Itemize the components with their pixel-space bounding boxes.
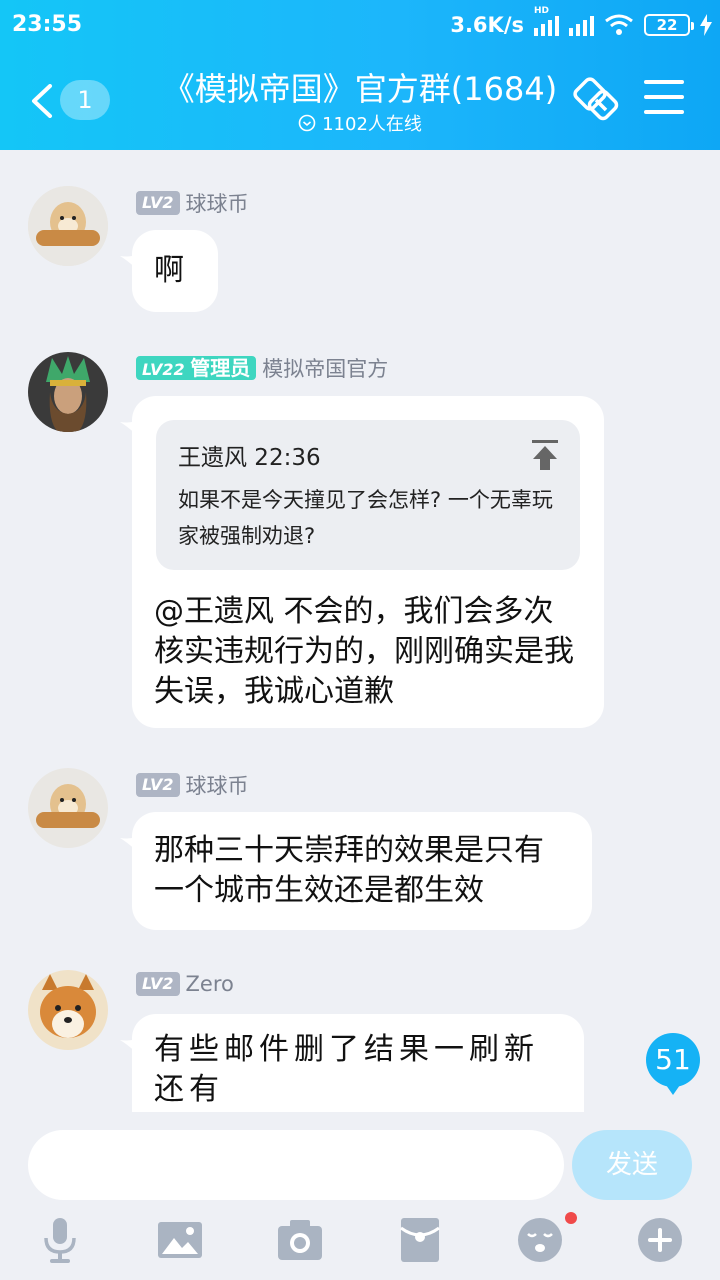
online-status: 1102人在线 (150, 110, 570, 136)
send-button[interactable]: 发送 (572, 1130, 692, 1200)
signal-icon-2 (569, 14, 594, 36)
network-speed: 3.6K/s (450, 13, 524, 37)
hd-label: HD (534, 6, 550, 16)
chat-header: 23:55 3.6K/s HD 22 1 《模拟帝国》官方群(1684) 110… (0, 0, 720, 150)
dog-avatar-image (28, 186, 108, 266)
new-messages-badge[interactable]: 51 (646, 1033, 700, 1095)
menu-icon[interactable] (644, 80, 684, 116)
unread-count: 1 (60, 80, 110, 120)
wifi-icon (605, 14, 633, 35)
jump-to-message-icon[interactable] (532, 440, 558, 470)
avatar[interactable] (28, 970, 108, 1050)
charging-icon (700, 14, 712, 36)
sender-name[interactable]: Zero (186, 972, 234, 996)
back-chevron-icon (32, 84, 52, 118)
sender-name[interactable]: 模拟帝国官方 (262, 353, 388, 383)
status-time: 23:55 (12, 12, 83, 37)
group-title: 《模拟帝国》官方群(1684) (162, 70, 558, 108)
notification-dot (565, 1212, 577, 1224)
dog-avatar-image (28, 768, 108, 848)
back-button[interactable]: 1 (28, 78, 118, 122)
message-bubble[interactable]: 啊 (132, 230, 218, 312)
status-bar: 23:55 3.6K/s HD 22 (0, 0, 720, 52)
avatar[interactable] (28, 186, 108, 266)
toolbar (0, 1216, 720, 1266)
shiba-avatar-image (28, 970, 108, 1050)
sender-name[interactable]: 球球币 (186, 188, 249, 218)
camera-icon[interactable] (276, 1216, 324, 1264)
avatar[interactable] (28, 352, 108, 432)
message-bubble[interactable]: 王遗风 22:36 如果不是今天撞见了会怎样? 一个无辜玩家被强制劝退? @王遗… (132, 396, 604, 728)
battery-icon: 22 (644, 14, 694, 36)
level-label: LV22 (142, 360, 185, 379)
input-area: 发送 (0, 1112, 720, 1280)
message-text: @王遗风 不会的，我们会多次核实违规行为的，刚刚确实是我失误，我诚心道歉 (154, 594, 574, 709)
level-badge: LV2 (136, 773, 180, 797)
avatar[interactable] (28, 768, 108, 848)
message-bubble[interactable]: 那种三十天崇拜的效果是只有一个城市生效还是都生效 (132, 812, 592, 930)
admin-badge: LV22 管理员 (136, 356, 257, 380)
sender-info: LV2 球球币 (136, 188, 249, 218)
sender-info: LV2 Zero (136, 972, 234, 996)
online-check-icon (298, 114, 316, 132)
signal-icon: HD (534, 6, 559, 36)
plus-icon[interactable] (636, 1216, 684, 1264)
quote-header: 王遗风 22:36 (178, 445, 321, 471)
sender-info: LV2 球球币 (136, 770, 249, 800)
microphone-icon[interactable] (36, 1216, 84, 1264)
emoji-icon[interactable] (516, 1216, 564, 1264)
sender-name[interactable]: 球球币 (186, 770, 249, 800)
red-envelope-icon[interactable] (396, 1216, 444, 1264)
image-icon[interactable] (156, 1216, 204, 1264)
message-input[interactable] (28, 1130, 564, 1200)
warrior-avatar-image (28, 352, 108, 432)
quote-text: 如果不是今天撞见了会怎样? 一个无辜玩家被强制劝退? (178, 488, 553, 548)
role-label: 管理员 (190, 356, 251, 380)
sender-info: LV22 管理员 模拟帝国官方 (136, 353, 388, 383)
group-link-icon[interactable] (570, 76, 622, 124)
level-badge: LV2 (136, 972, 180, 996)
online-count: 1102人在线 (322, 114, 422, 135)
status-right: 3.6K/s HD 22 (450, 6, 712, 40)
message-bubble[interactable]: 有些邮件删了结果一刷新还有 (132, 1014, 584, 1112)
quoted-message[interactable]: 王遗风 22:36 如果不是今天撞见了会怎样? 一个无辜玩家被强制劝退? (156, 420, 580, 570)
level-badge: LV2 (136, 191, 180, 215)
